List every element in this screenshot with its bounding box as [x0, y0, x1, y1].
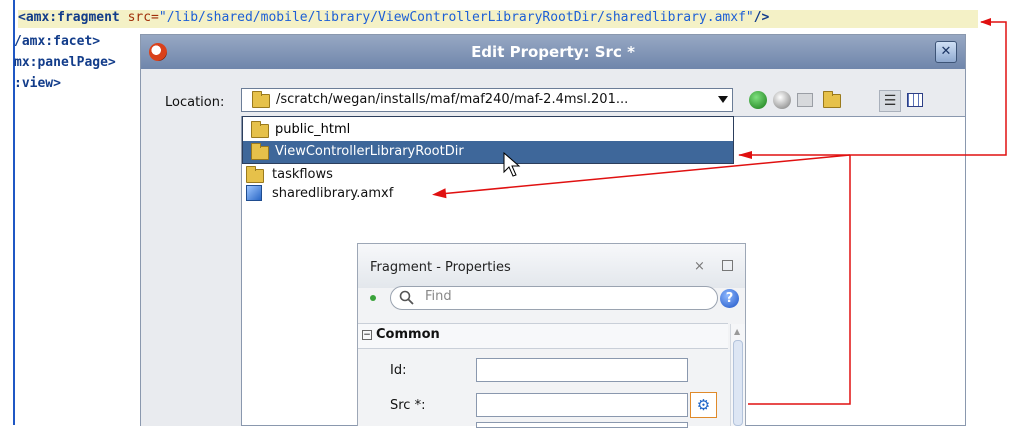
arrow-line-1	[739, 21, 1007, 156]
arrow-line-3	[748, 155, 851, 405]
arrowhead-1	[980, 18, 991, 26]
arrow-line-2	[439, 154, 851, 195]
arrowhead-3	[432, 188, 447, 199]
arrowhead-2	[738, 151, 752, 159]
annotation-arrows	[432, 18, 1007, 405]
